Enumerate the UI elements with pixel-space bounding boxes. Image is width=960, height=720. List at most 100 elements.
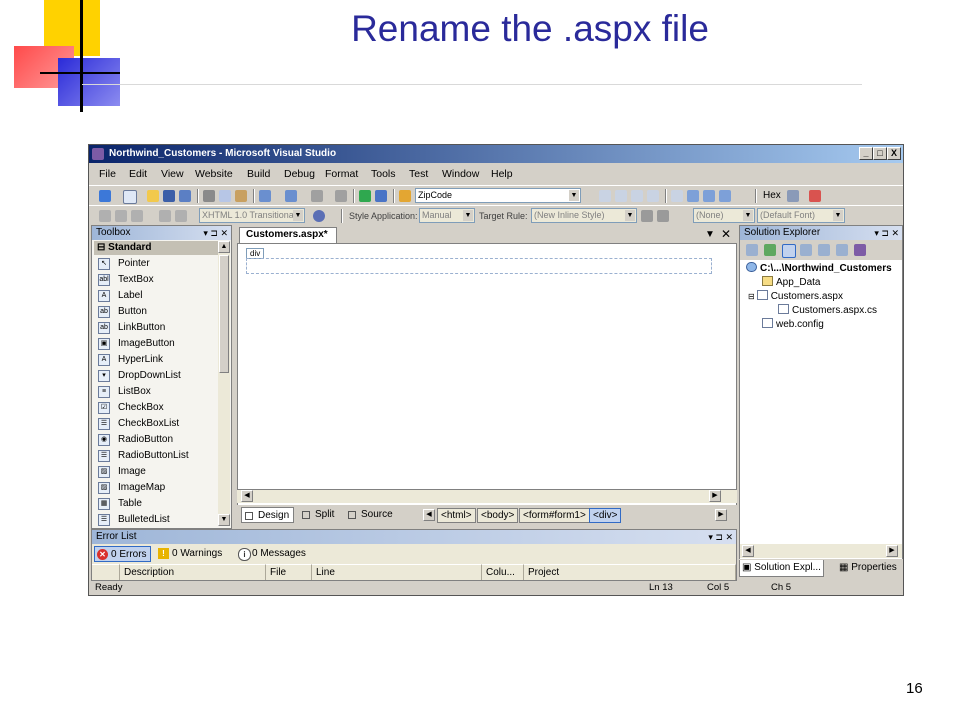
tab-solution-explorer[interactable]: ▣ Solution Expl...	[739, 560, 824, 577]
tree-project[interactable]: C:\...\Northwind_Customers	[746, 262, 892, 276]
target-rule-combo[interactable]: (New Inline Style) ▼	[531, 208, 637, 223]
cut-icon[interactable]	[203, 190, 215, 202]
add-item-icon[interactable]	[123, 190, 137, 204]
find-in-files-icon[interactable]	[399, 190, 411, 202]
undo-icon[interactable]	[259, 190, 271, 202]
step-out-icon[interactable]	[719, 190, 731, 202]
scroll-left-icon[interactable]: ◀	[742, 545, 754, 557]
breadcrumb-form[interactable]: <form#form1>	[519, 508, 590, 523]
tab-customers-aspx[interactable]: Customers.aspx*	[239, 227, 337, 243]
tree-customers-aspx-cs[interactable]: Customers.aspx.cs	[778, 304, 877, 318]
hex-button[interactable]: Hex	[763, 190, 781, 201]
comment-icon[interactable]	[131, 210, 143, 222]
column-description[interactable]: Description	[120, 564, 266, 580]
tree-web-config[interactable]: web.config	[762, 318, 824, 332]
apply-style-icon[interactable]	[641, 210, 653, 222]
scroll-right-icon[interactable]: ▶	[886, 545, 898, 557]
tab-design[interactable]: Design	[241, 507, 295, 523]
maximize-button[interactable]: □	[873, 147, 887, 160]
design-surface[interactable]: div	[237, 243, 737, 525]
menu-window[interactable]: Window	[442, 168, 479, 180]
breadcrumb-left-icon[interactable]: ◀	[423, 509, 435, 521]
properties-icon[interactable]	[746, 244, 758, 256]
menu-tools[interactable]: Tools	[371, 168, 396, 180]
scroll-left-icon[interactable]: ◀	[241, 490, 253, 502]
find-combo[interactable]: ZipCode ▼	[415, 188, 581, 203]
copy-icon[interactable]	[219, 190, 231, 202]
font-size-combo[interactable]: (None) ▼	[693, 208, 755, 223]
view-designer-icon[interactable]	[818, 244, 830, 256]
menu-build[interactable]: Build	[247, 168, 270, 180]
pin-icon[interactable]: ▾ ⊐ ✕	[708, 530, 733, 544]
navigate-back-icon[interactable]	[311, 190, 323, 202]
tab-source[interactable]: Source	[345, 507, 397, 523]
new-style-icon[interactable]	[657, 210, 669, 222]
navigate-forward-icon[interactable]	[335, 190, 347, 202]
asp-net-configuration-icon[interactable]	[854, 244, 866, 256]
step-into-icon[interactable]	[687, 190, 699, 202]
scroll-thumb[interactable]	[219, 255, 229, 373]
column-line[interactable]: Line	[312, 564, 482, 580]
close-button[interactable]: X	[887, 147, 901, 160]
warnings-filter-button[interactable]: ! 0 Warnings	[156, 546, 225, 562]
minimize-button[interactable]: _	[859, 147, 873, 160]
redo-icon[interactable]	[285, 190, 297, 202]
outdent-icon[interactable]	[115, 210, 127, 222]
breadcrumb-right-icon[interactable]: ▶	[715, 509, 727, 521]
menu-view[interactable]: View	[161, 168, 184, 180]
breadcrumb-body[interactable]: <body>	[477, 508, 519, 523]
debug-restart-icon[interactable]	[647, 190, 659, 202]
breadcrumb-div[interactable]: <div>	[589, 508, 622, 523]
menu-help[interactable]: Help	[491, 168, 513, 180]
scroll-down-icon[interactable]: ▼	[218, 514, 230, 526]
messages-filter-button[interactable]: i0 Messages	[236, 546, 309, 562]
save-icon[interactable]	[163, 190, 175, 202]
tab-dropdown-icon[interactable]: ▼	[705, 229, 715, 240]
tree-customers-aspx[interactable]: ⊟ Customers.aspx	[748, 290, 843, 304]
debug-continue-icon[interactable]	[599, 190, 611, 202]
menu-test[interactable]: Test	[409, 168, 428, 180]
solution-explorer-scrollbar[interactable]: ◀ ▶	[740, 544, 902, 558]
editor-horizontal-scrollbar[interactable]: ◀ ▶	[237, 489, 737, 503]
tree-app-data[interactable]: App_Data	[762, 276, 820, 290]
doctype-combo[interactable]: XHTML 1.0 Transitional (▼	[199, 208, 305, 223]
menu-format[interactable]: Format	[325, 168, 358, 180]
close-document-icon[interactable]: ✕	[721, 227, 731, 241]
toolbox-scrollbar[interactable]: ▲ ▼	[218, 241, 230, 526]
menu-website[interactable]: Website	[195, 168, 233, 180]
column-project[interactable]: Project	[524, 564, 736, 580]
tab-split[interactable]: Split	[299, 507, 338, 523]
show-next-statement-icon[interactable]	[671, 190, 683, 202]
view-in-browser-icon[interactable]	[375, 190, 387, 202]
format-document-icon[interactable]	[159, 210, 171, 222]
debug-pause-icon[interactable]	[615, 190, 627, 202]
menu-edit[interactable]: Edit	[129, 168, 147, 180]
refresh-icon[interactable]	[764, 244, 776, 256]
style-application-combo[interactable]: Manual ▼	[419, 208, 475, 223]
save-all-icon[interactable]	[179, 190, 191, 202]
indent-icon[interactable]	[99, 210, 111, 222]
new-project-icon[interactable]	[99, 190, 111, 202]
errors-filter-button[interactable]: ✕ 0 Errors	[94, 546, 151, 562]
open-icon[interactable]	[147, 190, 159, 202]
format-selection-icon[interactable]	[175, 210, 187, 222]
pin-icon[interactable]: ▾ ⊐ ✕	[874, 226, 899, 240]
copy-website-icon[interactable]	[836, 244, 848, 256]
toolbox-group-standard[interactable]: ⊟ Standard	[94, 241, 218, 255]
collapse-icon[interactable]: ⊟	[748, 292, 755, 301]
menu-file[interactable]: File	[99, 168, 116, 180]
paste-icon[interactable]	[235, 190, 247, 202]
pin-icon[interactable]: ▾ ⊐ ✕	[203, 226, 228, 240]
check-accessibility-icon[interactable]	[313, 210, 325, 222]
start-debugging-icon[interactable]	[359, 190, 371, 202]
menu-debug[interactable]: Debug	[284, 168, 315, 180]
view-code-icon[interactable]	[800, 244, 812, 256]
column-column[interactable]: Colu...	[482, 564, 524, 580]
breadcrumb-html[interactable]: <html>	[437, 508, 476, 523]
debug-stop-icon[interactable]	[631, 190, 643, 202]
windows-icon[interactable]	[809, 190, 821, 202]
div-element[interactable]	[246, 258, 712, 274]
column-icon[interactable]	[92, 564, 120, 580]
scroll-up-icon[interactable]: ▲	[218, 241, 230, 253]
nest-files-icon[interactable]	[782, 244, 796, 258]
